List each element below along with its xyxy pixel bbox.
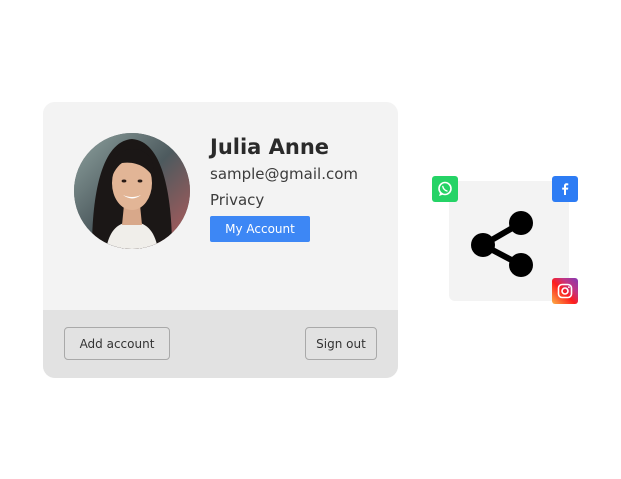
privacy-link[interactable]: Privacy (210, 191, 264, 209)
user-email: sample@gmail.com (210, 165, 359, 183)
facebook-icon (562, 183, 569, 195)
add-account-button[interactable]: Add account (64, 327, 170, 360)
instagram-icon (557, 283, 573, 299)
whatsapp-icon (438, 181, 452, 196)
my-account-button[interactable]: My Account (210, 216, 310, 242)
user-name: Julia Anne (210, 135, 330, 159)
avatar (74, 133, 190, 249)
avatar-image (74, 133, 190, 249)
whatsapp-button[interactable] (432, 176, 458, 202)
instagram-button[interactable] (552, 278, 578, 304)
sign-out-button[interactable]: Sign out (305, 327, 377, 360)
profile-card: Julia Anne sample@gmail.com Privacy My A… (43, 102, 398, 378)
share-icon[interactable] (470, 209, 538, 279)
facebook-button[interactable] (552, 176, 578, 202)
